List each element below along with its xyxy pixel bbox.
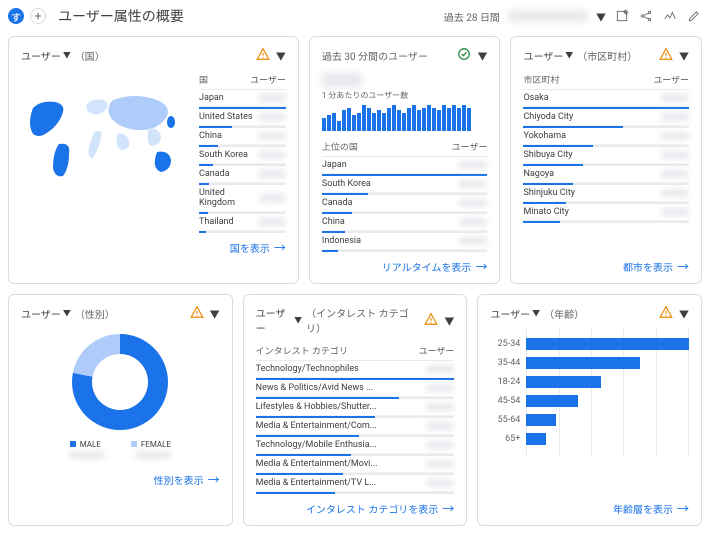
card-menu-caret[interactable]: ▼ (477, 48, 487, 63)
add-button[interactable]: + (30, 8, 46, 24)
card-interest: ユーザー▼ （インタレスト カテゴリ） ▼ インタレスト カテゴリユーザー Te… (243, 294, 468, 526)
card-country: ユーザー▼ （国） ▼ (8, 36, 299, 284)
permin-label: 1 分あたりのユーザー数 (322, 90, 488, 101)
date-range-label: 過去 28 日間 (444, 9, 500, 24)
table-row[interactable]: Japan (199, 90, 286, 107)
world-map (21, 86, 191, 186)
view-cities-link[interactable]: 都市を表示→ (623, 258, 689, 275)
table-row[interactable]: China (199, 128, 286, 145)
gender-donut-chart (72, 334, 168, 430)
table-row[interactable]: Thailand (199, 214, 286, 231)
card-menu-caret[interactable]: ▼ (679, 48, 689, 63)
table-row[interactable]: South Korea (199, 147, 286, 164)
male-value (69, 451, 105, 459)
table-row[interactable]: Canada (199, 166, 286, 183)
card-city: ユーザー▼ （市区町村） ▼ 市区町村ユーザー OsakaChiyoda Cit… (510, 36, 702, 284)
table-row[interactable]: Yokohama (523, 128, 689, 145)
edit-icon[interactable] (686, 8, 702, 24)
gender-legend: MALE FEMALE (70, 440, 171, 449)
customize-icon[interactable] (614, 8, 630, 24)
card-menu-caret[interactable]: ▼ (679, 306, 689, 321)
dimension-label: （国） (75, 48, 105, 63)
table-row[interactable]: Japan (322, 157, 488, 174)
view-countries-link[interactable]: 国を表示→ (230, 239, 286, 256)
metric-dropdown[interactable]: ユーザー▼ (21, 306, 71, 321)
metric-dropdown[interactable]: ユーザー▼ (21, 48, 71, 63)
table-row[interactable]: South Korea (322, 176, 488, 193)
table-row[interactable]: Shinjuku City (523, 185, 689, 202)
realtime-count (322, 72, 362, 88)
table-row[interactable]: Nagoya (523, 166, 689, 183)
card-menu-caret[interactable]: ▼ (444, 313, 454, 328)
dimension-label: （インタレスト カテゴリ） (306, 305, 420, 335)
card-gender: ユーザー▼ （性別） ▼ MALE FEMALE 性別を表示→ (8, 294, 233, 526)
table-row[interactable]: Canada (322, 195, 488, 212)
insights-icon[interactable] (662, 8, 678, 24)
page-title: ユーザー属性の概要 (58, 6, 184, 26)
date-range-value[interactable] (508, 10, 588, 22)
age-bar-chart: 25-3435-4418-2445-5455-6465+ (490, 328, 689, 455)
table-row[interactable]: Lifestyles & Hobbies/Shutter... (256, 399, 455, 416)
metric-dropdown[interactable]: ユーザー▼ (490, 306, 540, 321)
country-table: 国ユーザー JapanUnited StatesChinaSouth Korea… (199, 70, 286, 233)
dimension-label: （性別） (75, 306, 115, 321)
warning-icon[interactable] (659, 305, 673, 322)
avatar[interactable]: す (8, 8, 24, 24)
card-age: ユーザー▼ （年齢） ▼ 25-3435-4418-2445-5455-6465… (477, 294, 702, 526)
warning-icon[interactable] (190, 305, 204, 322)
metric-dropdown[interactable]: ユーザー▼ (256, 305, 302, 335)
view-gender-link[interactable]: 性別を表示→ (154, 471, 220, 488)
view-realtime-link[interactable]: リアルタイムを表示→ (382, 258, 488, 275)
table-row[interactable]: Minato City (523, 204, 689, 221)
female-value (135, 451, 171, 459)
page-header: す + ユーザー属性の概要 過去 28 日間 ▼ (0, 0, 710, 36)
table-row[interactable]: Media & Entertainment/Movi... (256, 456, 455, 473)
warning-icon[interactable] (659, 47, 673, 64)
table-row[interactable]: Indonesia (322, 233, 488, 250)
table-row[interactable]: Technology/Mobile Enthusia... (256, 437, 455, 454)
card-realtime: 過去 30 分間のユーザー ▼ 1 分あたりのユーザー数 上位の国ユーザー Ja… (309, 36, 501, 284)
table-row[interactable]: Media & Entertainment/Com... (256, 418, 455, 435)
metric-dropdown[interactable]: ユーザー▼ (523, 48, 573, 63)
table-row[interactable]: Technology/Technophiles (256, 361, 455, 378)
date-range-caret[interactable]: ▼ (596, 9, 606, 24)
view-age-link[interactable]: 年齢層を表示→ (613, 500, 689, 517)
dimension-label: （年齢） (544, 306, 584, 321)
table-row[interactable]: Media & Entertainment/TV L... (256, 475, 455, 492)
table-row[interactable]: News & Politics/Avid News ... (256, 380, 455, 397)
table-row[interactable]: Osaka (523, 90, 689, 107)
share-icon[interactable] (638, 8, 654, 24)
table-row[interactable]: United Kingdom (199, 185, 286, 212)
realtime-title: 過去 30 分間のユーザー (322, 48, 428, 63)
table-row[interactable]: United States (199, 109, 286, 126)
view-interest-link[interactable]: インタレスト カテゴリを表示→ (306, 500, 455, 517)
card-menu-caret[interactable]: ▼ (276, 48, 286, 63)
realtime-sparkbars (322, 105, 488, 131)
table-row[interactable]: China (322, 214, 488, 231)
table-row[interactable]: Shibuya City (523, 147, 689, 164)
dimension-label: （市区町村） (577, 48, 637, 63)
card-menu-caret[interactable]: ▼ (210, 306, 220, 321)
table-row[interactable]: Chiyoda City (523, 109, 689, 126)
check-icon[interactable] (457, 47, 471, 64)
warning-icon[interactable] (424, 312, 438, 329)
warning-icon[interactable] (256, 47, 270, 64)
